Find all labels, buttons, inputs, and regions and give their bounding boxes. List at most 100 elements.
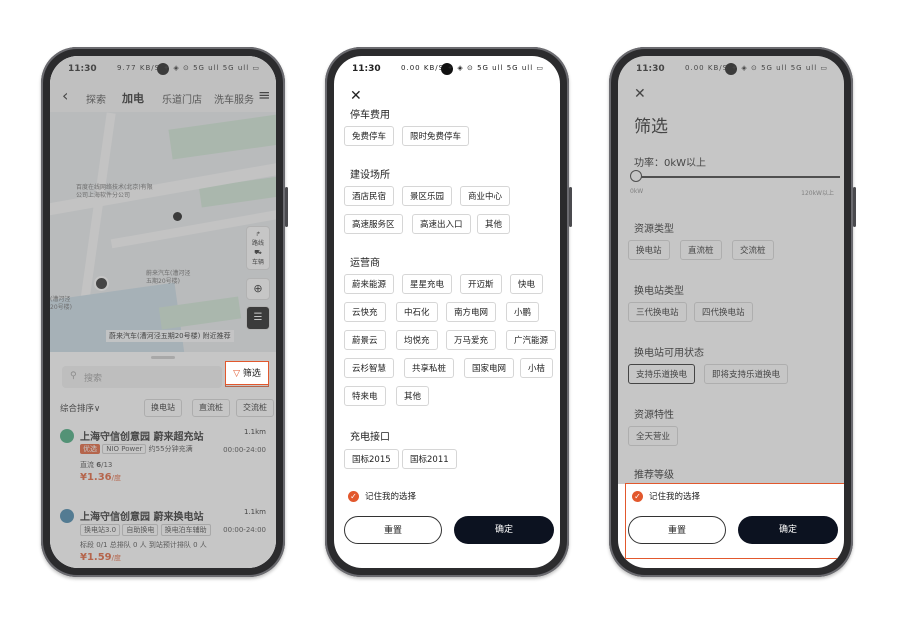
sort-dropdown[interactable]: 综合排序∨ — [60, 402, 100, 414]
quick-chip-dc[interactable]: 直流桩 — [192, 399, 230, 417]
chip-commercial[interactable]: 商业中心 — [460, 186, 511, 206]
map-view[interactable]: 百度在线网络技术(北京)有限 公司上海软件分公司 蔚来汽车(漕河泾 五期20号楼… — [50, 112, 276, 352]
chip-operator[interactable]: 万马爱充 — [446, 330, 497, 350]
charging-station-icon — [60, 429, 74, 443]
chip-operator[interactable]: 云杉智慧 — [344, 358, 395, 378]
screen-filter-more: 11:30 0.00 KB/S ✦ ◈ ⊙ 5G ull 5G ull ▭ ✕ … — [334, 56, 560, 568]
top-nav: ‹ 探索 加电 乐道门店 洗车服务 ≡ — [50, 82, 276, 112]
power-slider-handle[interactable] — [630, 170, 642, 182]
chip-operator[interactable]: 星星充电 — [402, 274, 453, 294]
tab-stores[interactable]: 乐道门店 — [162, 91, 202, 106]
menu-icon[interactable]: ≡ — [258, 86, 271, 104]
station-distance: 1.1km — [243, 428, 266, 436]
vehicle-button[interactable]: ⛟ 车辆 — [247, 249, 269, 266]
section-features: 资源特性 — [634, 410, 674, 421]
chip-operator[interactable]: 快电 — [510, 274, 544, 294]
chip-gb2015[interactable]: 国标2015 — [344, 449, 399, 469]
close-icon[interactable]: ✕ — [634, 86, 646, 102]
confirm-button[interactable]: 确定 — [454, 516, 554, 544]
chip-operator[interactable]: 特来电 — [344, 386, 386, 406]
chip-operator[interactable]: 南方电网 — [446, 302, 497, 322]
chip-gen3[interactable]: 三代换电站 — [628, 302, 687, 322]
section-operator: 运营商 — [350, 258, 380, 269]
station-name: 上海守信创意园 蔚来换电站 — [80, 512, 204, 523]
queue-info: 标段 0/1 总排队 0 人 到站预计排队 0 人 — [80, 541, 207, 549]
status-bar: 11:30 0.00 KB/S ✦ ◈ ⊙ 5G ull 5G ull ▭ — [352, 63, 544, 75]
route-button[interactable]: ↱ 路线 — [247, 231, 269, 247]
chip-operator[interactable]: 其他 — [396, 386, 430, 406]
chip-24h[interactable]: 全天营业 — [628, 426, 679, 446]
nearby-hint: 蔚来汽车(漕河泾五期20号楼) 附近推荐 — [106, 330, 234, 342]
chip-operator[interactable]: 中石化 — [396, 302, 438, 322]
status-bar: 11:30 0.00 KB/S ✦ ◈ ⊙ 5G ull 5G ull ▭ — [636, 63, 828, 75]
tag-preferred: 优选 — [80, 444, 100, 454]
filter-button-highlight[interactable]: ▽ 筛选 — [225, 361, 269, 385]
search-icon: ⚲ — [70, 371, 77, 381]
screen-charging-map: 11:30 9.77 KB/S ✦ ◈ ⊙ 5G ull 5G ull ▭ ‹ … — [50, 56, 276, 568]
chip-operator[interactable]: 开迈斯 — [460, 274, 502, 294]
quick-chip-ac[interactable]: 交流桩 — [236, 399, 274, 417]
station-distance: 1.1km — [243, 508, 266, 516]
chip-operator[interactable]: 云快充 — [344, 302, 386, 322]
station-name: 上海守信创意园 蔚来超充站 — [80, 432, 204, 443]
charge-time: 约55分钟充满 — [148, 445, 193, 453]
map-side-buttons: ↱ 路线 ⛟ 车辆 — [246, 226, 270, 270]
chip-swap-station[interactable]: 换电站 — [628, 240, 670, 260]
remember-choice-checkbox[interactable]: ✓ 记住我的选择 — [348, 490, 416, 502]
close-icon[interactable]: ✕ — [350, 88, 362, 104]
chip-operator[interactable]: 蔚来能源 — [344, 274, 395, 294]
swap-station-icon — [60, 509, 74, 523]
chip-supports-ledao[interactable]: 支持乐道换电 — [628, 364, 696, 384]
chip-limited-free-parking[interactable]: 限时免费停车 — [402, 126, 470, 146]
opening-hours: 00:00-24:00 — [223, 446, 266, 454]
chip-operator[interactable]: 小鹏 — [506, 302, 540, 322]
chip-ac-pile[interactable]: 交流桩 — [732, 240, 774, 260]
station-price: ¥1.36/度 — [80, 472, 121, 483]
chip-venue-other[interactable]: 其他 — [477, 214, 511, 234]
quick-chip-swap[interactable]: 换电站 — [144, 399, 182, 417]
chip-scenic[interactable]: 景区乐园 — [402, 186, 453, 206]
section-venue: 建设场所 — [350, 170, 390, 181]
section-parking: 停车费用 — [350, 110, 390, 121]
slider-min: 0kW — [630, 188, 644, 195]
chip-free-parking[interactable]: 免费停车 — [344, 126, 395, 146]
chip-highway-exit[interactable]: 高速出入口 — [412, 214, 471, 234]
layers-icon[interactable]: ☰ — [246, 306, 270, 330]
chip-gb2011[interactable]: 国标2011 — [402, 449, 457, 469]
sheet-handle[interactable] — [151, 356, 175, 359]
funnel-icon: ▽ — [233, 369, 241, 379]
slider-max: 120kW以上 — [801, 190, 834, 197]
tab-carwash[interactable]: 洗车服务 — [214, 91, 254, 106]
chip-gen4[interactable]: 四代换电站 — [694, 302, 753, 322]
back-icon[interactable]: ‹ — [62, 86, 68, 105]
phone-frame-2: 11:30 0.00 KB/S ✦ ◈ ⊙ 5G ull 5G ull ▭ ✕ … — [325, 47, 572, 577]
charger-pin-icon[interactable] — [94, 276, 109, 291]
station-card-1[interactable]: 上海守信创意园 蔚来超充站 1.1km 优选 NIO Power 约55分钟充满… — [60, 428, 266, 498]
power-slider-track[interactable] — [634, 176, 840, 178]
chip-dc-pile[interactable]: 直流桩 — [680, 240, 722, 260]
section-resource-type: 资源类型 — [634, 224, 674, 235]
reset-button[interactable]: 重置 — [344, 516, 442, 544]
status-icons: 9.77 KB/S ✦ ◈ ⊙ 5G ull 5G ull ▭ — [117, 64, 260, 72]
screen-filter: 11:30 0.00 KB/S ✦ ◈ ⊙ 5G ull 5G ull ▭ ✕ … — [618, 56, 844, 568]
chip-operator[interactable]: 广汽能源 — [506, 330, 557, 350]
check-icon: ✓ — [348, 491, 359, 502]
chip-operator[interactable]: 共享私桩 — [404, 358, 455, 378]
chip-highway-service[interactable]: 高速服务区 — [344, 214, 403, 234]
chip-operator[interactable]: 国家电网 — [464, 358, 515, 378]
power-label: 功率：0kW以上 — [634, 158, 707, 169]
map-label-nio: 蔚来汽车(漕河泾 五期20号楼) — [146, 270, 191, 285]
chip-operator[interactable]: 小桔 — [520, 358, 554, 378]
chip-upcoming-ledao[interactable]: 即将支持乐道换电 — [704, 364, 789, 384]
chip-operator[interactable]: 蔚景云 — [344, 330, 386, 350]
search-input[interactable]: ⚲ 搜索 — [62, 366, 222, 388]
chip-hotel[interactable]: 酒店民宿 — [344, 186, 395, 206]
status-bar: 11:30 9.77 KB/S ✦ ◈ ⊙ 5G ull 5G ull ▭ — [50, 56, 276, 82]
chip-operator[interactable]: 均悦充 — [396, 330, 438, 350]
location-pin-icon — [173, 212, 182, 221]
station-card-2[interactable]: 上海守信创意园 蔚来换电站 1.1km 换电站3.0 自助换电 换电泊车辅助 0… — [60, 508, 266, 568]
tab-charging[interactable]: 加电 — [122, 90, 144, 106]
tab-explore[interactable]: 探索 — [86, 91, 106, 106]
station-price: ¥1.59/度 — [80, 552, 121, 563]
locate-icon[interactable]: ⊕ — [246, 278, 270, 300]
